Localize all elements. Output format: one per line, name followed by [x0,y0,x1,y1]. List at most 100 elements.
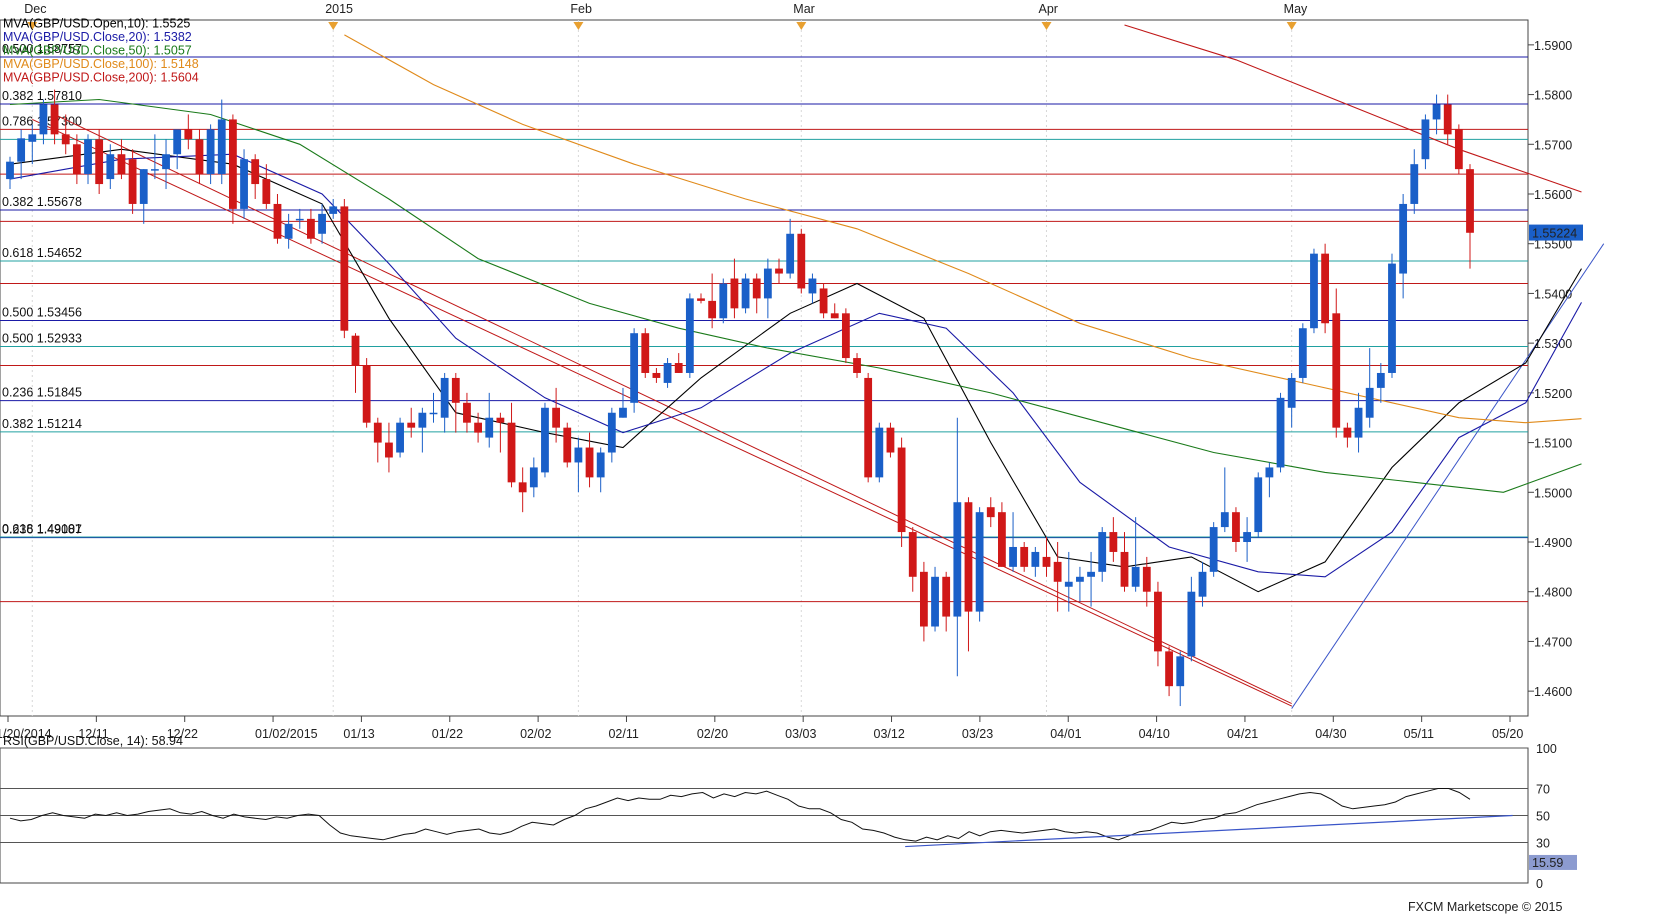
price-chart[interactable]: Dec 2015 Feb Mar Apr May 1.5900 1.5800 1.5700 1.5… [0,0,1671,918]
x-tick-label: 03/03 [785,727,816,741]
x-tick-label: 05/11 [1404,727,1434,741]
candle-body [206,129,215,175]
candle [797,228,806,294]
candle-body [908,532,917,577]
candle-body [1120,551,1129,587]
candle [340,198,349,339]
candle-body [1466,169,1474,233]
x-tick-label: 02/11 [608,727,638,741]
candle-body [674,363,683,373]
candle-body [685,298,694,373]
candle-body [95,139,104,185]
candle-body [50,104,59,135]
candle [875,422,884,483]
candle [229,114,237,224]
candle [1276,392,1285,473]
candle [897,437,906,547]
x-tick-label: 01/13 [343,727,374,741]
candle-body [919,571,928,627]
x-tick-label: 01/02/2015 [255,727,318,741]
candle-body [128,159,137,204]
candle-body [463,402,471,423]
candle [630,328,639,413]
candle-body [518,482,527,493]
candle [1310,248,1318,334]
month-label: Feb [570,2,592,16]
candle-body [1343,427,1352,438]
candle-body [607,412,616,453]
candle-body [340,206,349,331]
legend-entry: MVA(GBP/USD.Close,50): 1.5057 [3,44,192,58]
candle-body [496,417,505,423]
rsi-tick-label: 100 [1536,742,1557,756]
candle-body [1287,377,1296,408]
candle [819,283,828,319]
candle-body [17,138,26,162]
candle [362,358,371,428]
candle-body [1321,253,1330,324]
x-tick-label: 04/10 [1139,727,1170,741]
candle-body [819,288,828,314]
candle-body [195,139,204,175]
candle [886,422,895,458]
candle-body [1298,328,1307,378]
candle-body [1365,387,1374,418]
candle-body [1354,407,1363,438]
fib-level-label: 0.236 1.51845 [2,386,82,400]
candle [1454,124,1463,175]
legend-entry: MVA(GBP/USD.Close,20): 1.5382 [3,30,192,44]
y-tick-label: 1.5700 [1534,138,1572,152]
candle-body [318,213,326,234]
candle-body [451,377,460,403]
candle [1254,472,1263,538]
month-label: May [1284,2,1308,16]
candle-body [1064,581,1073,587]
candle-body [529,467,538,488]
candle-body [429,412,438,415]
fib-level-label: 0.500 1.53456 [2,305,82,319]
y-tick-label: 1.5200 [1534,387,1572,401]
candle-body [541,407,549,473]
fib-level-label: 0.618 1.49101 [2,522,82,536]
x-tick-label: 03/23 [962,727,993,741]
candle-body [1020,546,1029,567]
candle-body [875,427,884,478]
candle-body [262,179,271,204]
candle-body [307,218,315,239]
x-tick-label: 04/30 [1315,727,1346,741]
candle-body [373,422,382,443]
candle-body [830,313,839,319]
x-tick-label: 01/22 [432,727,463,741]
candle-body [1087,571,1095,577]
candle-body [853,358,861,373]
month-label: Mar [793,2,815,16]
candle-body [841,313,850,359]
month-label: Dec [24,2,46,16]
candle-body [150,169,159,171]
footer-brand: FXCM Marketscope © 2015 [1408,900,1563,914]
candle-body [362,365,371,423]
y-tick-label: 1.5900 [1534,39,1572,53]
candle-body [931,576,939,627]
candle [719,278,728,324]
y-tick-label: 1.4800 [1534,586,1572,600]
y-tick-label: 1.4700 [1534,635,1572,649]
candle-body [1232,512,1240,542]
rsi-tick-label: 70 [1536,783,1550,797]
candle [741,273,750,314]
candle-body [552,407,561,428]
legend-entry: MVA(GBP/USD.Close,200): 1.5604 [3,71,199,85]
candle-body [485,417,494,438]
candle-body [1388,263,1396,373]
x-tick-label: 02/20 [697,727,728,741]
candle-body [596,452,605,478]
candle-body [1187,591,1196,657]
candle-body [385,442,393,458]
candle-body [1031,551,1040,567]
candle-body [741,278,750,309]
candle-body [1254,477,1263,533]
candle-body [407,422,416,428]
candle-body [39,104,48,135]
candle-body [1198,571,1207,597]
candle-body [998,512,1006,567]
